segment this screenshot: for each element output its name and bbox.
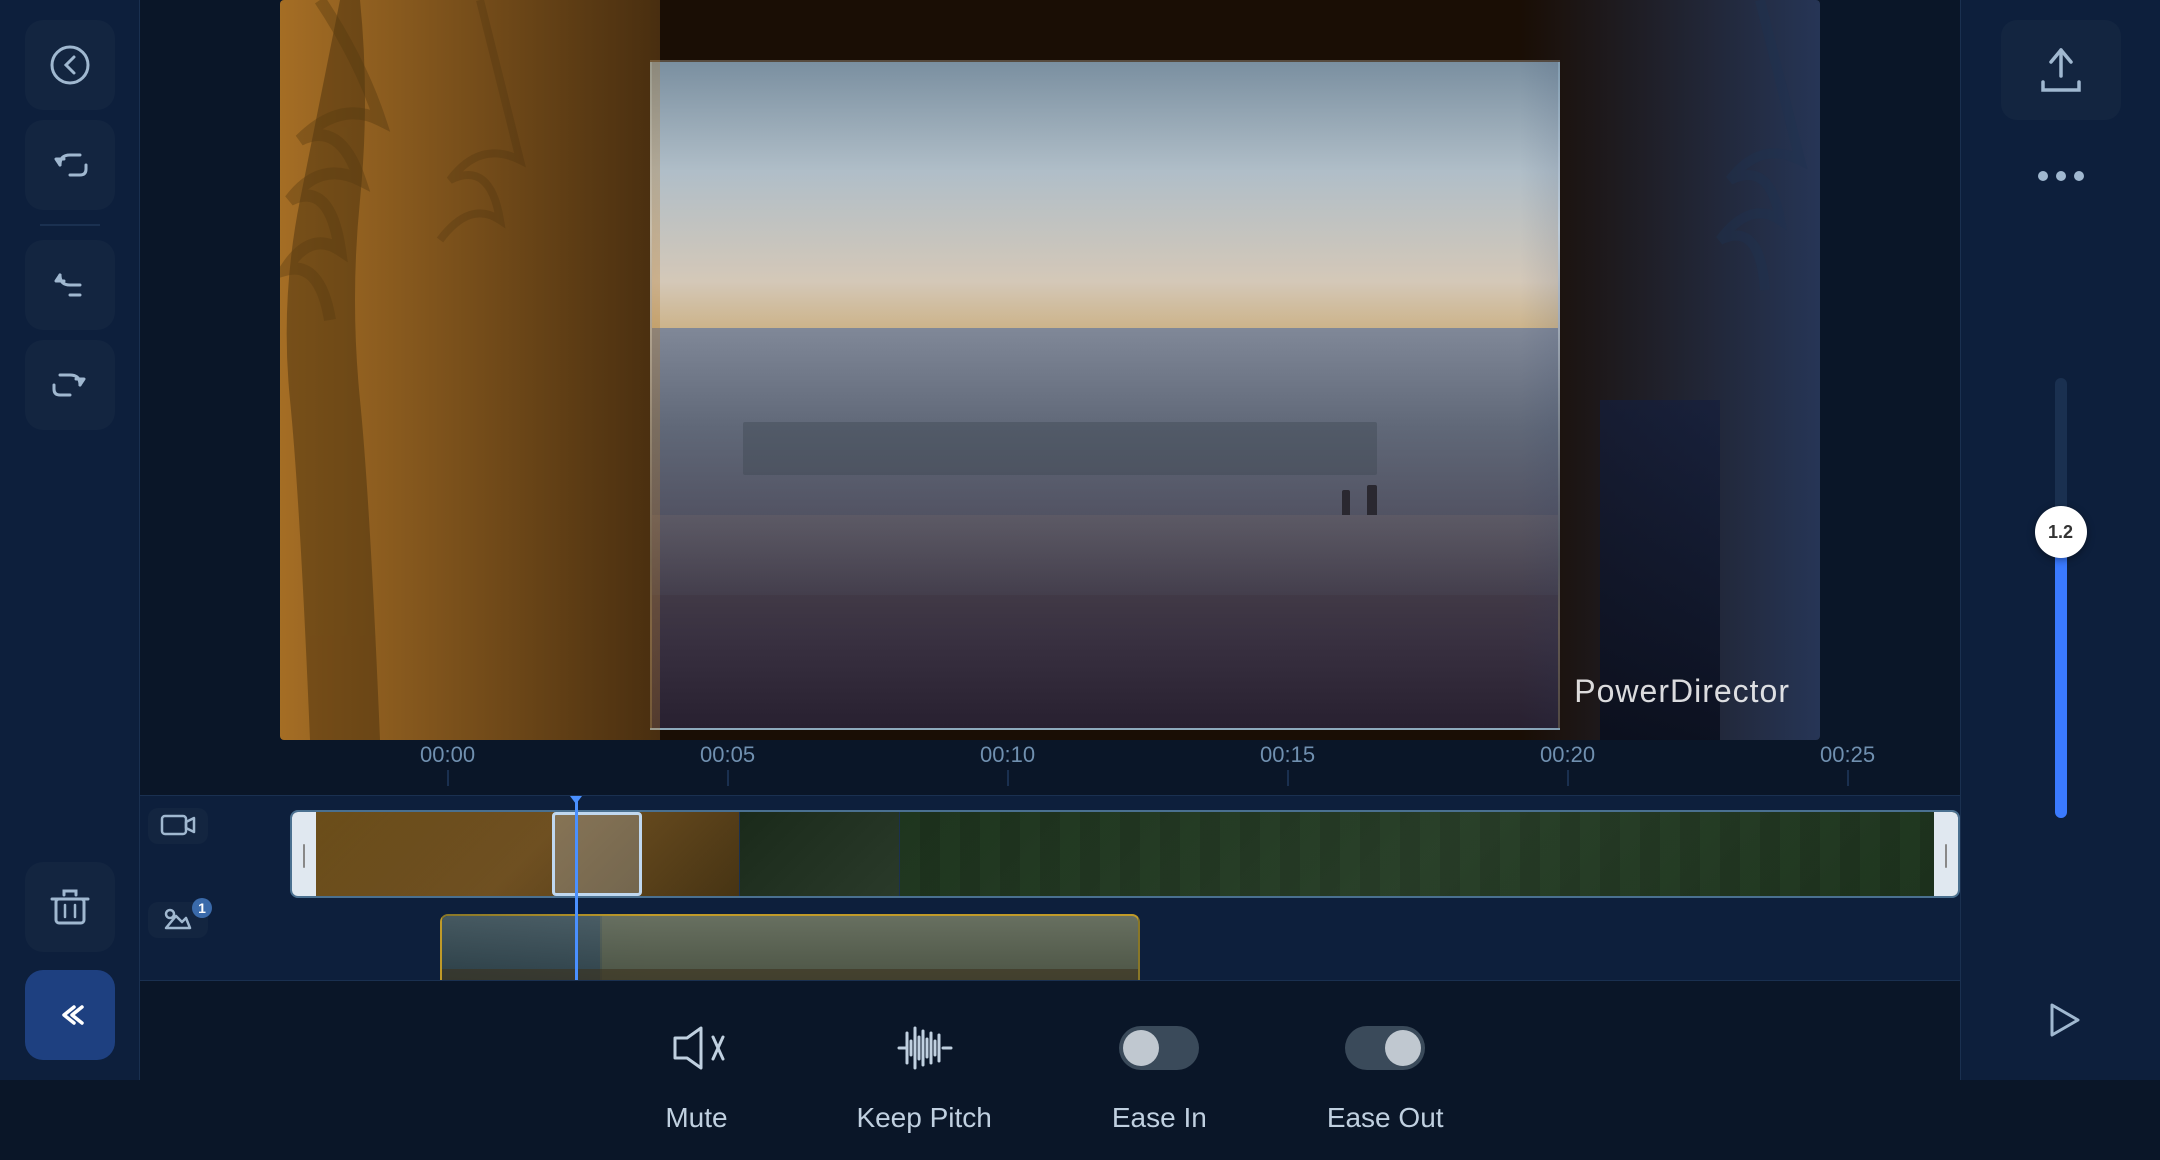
keep-pitch-icon [884, 1008, 964, 1088]
redo-button[interactable] [25, 340, 115, 430]
volume-fill [2055, 532, 2067, 818]
preview-area: PowerDirector [140, 0, 1960, 740]
playhead[interactable] [575, 796, 578, 980]
ruler-mark-1: 00:05 [700, 740, 755, 786]
ruler-mark-4: 00:20 [1540, 740, 1595, 786]
undo2-button[interactable] [25, 240, 115, 330]
ruler-mark-0: 00:00 [420, 740, 475, 786]
timeline-ruler: 00:00 00:05 00:10 00:15 00:20 [140, 740, 1960, 796]
video-track-icon[interactable] [148, 808, 208, 844]
track-handle-left[interactable] [292, 812, 316, 898]
ruler-mark-5: 00:25 [1820, 740, 1875, 786]
undo-button[interactable] [25, 120, 115, 210]
ruler-inner: 00:00 00:05 00:10 00:15 00:20 [420, 740, 1960, 795]
ruler-mark-3: 00:15 [1260, 740, 1315, 786]
tracks-content[interactable] [260, 796, 1960, 980]
overlay-track-1-thumb [442, 916, 602, 980]
timeline-area: 00:00 00:05 00:10 00:15 00:20 [140, 740, 1960, 1160]
export-button[interactable] [2001, 20, 2121, 120]
track-handle-right[interactable] [1934, 812, 1958, 898]
ease-out-icon [1345, 1008, 1425, 1088]
track-controls: 1 [140, 796, 260, 980]
overlay-track-1-icon[interactable]: 1 [148, 902, 208, 938]
mute-button[interactable]: Mute [656, 1008, 736, 1134]
sidebar-divider-1 [40, 224, 100, 226]
ease-in-button[interactable]: Ease In [1112, 1008, 1207, 1134]
ruler-mark-2: 00:10 [980, 740, 1035, 786]
watermark: PowerDirector [1574, 673, 1790, 710]
back-button[interactable] [25, 20, 115, 110]
main-content: PowerDirector 00:00 00:05 00:10 [140, 0, 1960, 1080]
right-panel: 1.2 [1960, 0, 2160, 1080]
delete-button[interactable] [25, 862, 115, 952]
mute-label: Mute [665, 1102, 727, 1134]
keep-pitch-button[interactable]: Keep Pitch [856, 1008, 991, 1134]
volume-knob[interactable]: 1.2 [2035, 506, 2087, 558]
volume-track[interactable]: 1.2 [2055, 378, 2067, 818]
track-thumb-1 [316, 812, 740, 896]
video-track [260, 804, 1960, 904]
ease-out-button[interactable]: Ease Out [1327, 1008, 1444, 1134]
track-thumb-3 [900, 812, 1958, 896]
overlay-track-1[interactable] [440, 914, 1140, 980]
keep-pitch-label: Keep Pitch [856, 1102, 991, 1134]
left-sidebar [0, 0, 140, 1080]
video-frame: PowerDirector [280, 0, 1820, 740]
video-inner [650, 60, 1560, 730]
ease-in-icon [1119, 1008, 1199, 1088]
video-track-strip[interactable] [290, 810, 1960, 898]
timeline-tracks: 1 [140, 796, 1960, 980]
mute-icon [656, 1008, 736, 1088]
volume-slider-container: 1.2 [2055, 236, 2067, 960]
more-options-button[interactable] [2001, 136, 2121, 216]
track-thumb-2 [740, 812, 900, 896]
playhead-handle[interactable] [567, 796, 585, 804]
ease-in-label: Ease In [1112, 1102, 1207, 1134]
track-selection [552, 812, 642, 896]
video-overlay-left [280, 0, 660, 740]
ease-out-label: Ease Out [1327, 1102, 1444, 1134]
bottom-toolbar: Mute [140, 980, 1960, 1160]
collapse-button[interactable] [25, 970, 115, 1060]
play-button[interactable] [2021, 980, 2101, 1060]
